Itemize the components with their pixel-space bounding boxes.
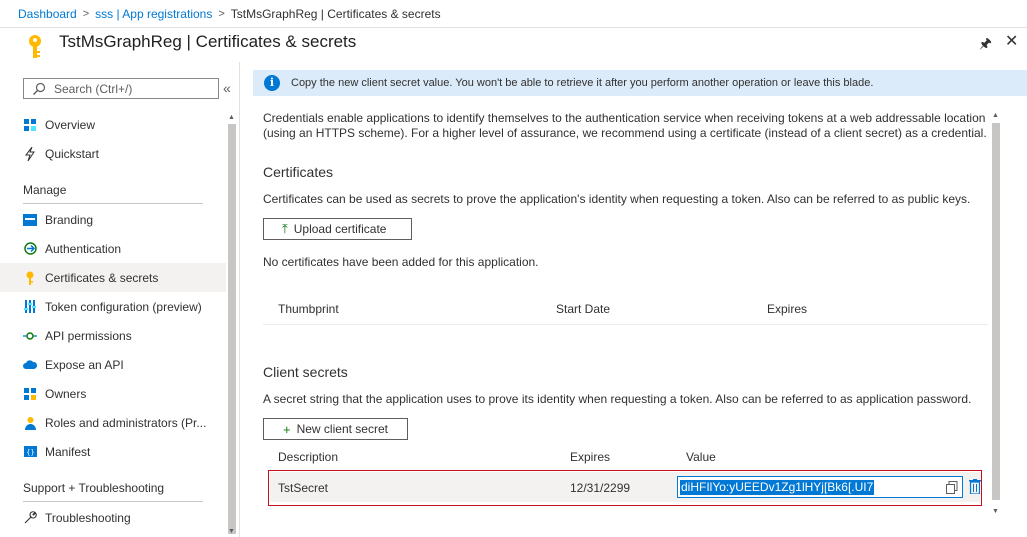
- new-client-secret-button[interactable]: + New client secret: [263, 418, 408, 440]
- roles-icon: [23, 416, 37, 430]
- upload-icon: ⤒: [282, 221, 288, 236]
- sidebar-item-token-configuration[interactable]: Token configuration (preview): [0, 292, 226, 321]
- info-icon: i: [264, 75, 280, 91]
- sidebar-item-label: Manifest: [45, 444, 91, 459]
- branding-icon: [23, 213, 37, 227]
- blade-header: TstMsGraphReg | Certificates & secrets 🖈…: [0, 28, 1027, 62]
- sidebar-item-label: Quickstart: [45, 146, 100, 161]
- left-menu: Search (Ctrl+/) « Overview Quickstart Ma…: [0, 62, 240, 537]
- sidebar-item-label: Authentication: [45, 241, 122, 256]
- sidebar-item-owners[interactable]: Owners: [0, 379, 226, 408]
- info-banner: i Copy the new client secret value. You …: [253, 70, 1027, 96]
- certificates-heading: Certificates: [263, 164, 334, 180]
- manifest-icon: {}: [23, 445, 37, 459]
- column-header-expires[interactable]: Expires: [570, 450, 610, 464]
- sidebar-item-label: Overview: [45, 117, 96, 132]
- manage-heading: Manage: [23, 183, 67, 197]
- scrollbar-thumb[interactable]: [228, 124, 236, 534]
- sidebar-item-branding[interactable]: Branding: [0, 205, 226, 234]
- plus-icon: +: [283, 421, 291, 437]
- column-header-start-date[interactable]: Start Date: [556, 302, 610, 316]
- scrollbar-thumb[interactable]: [992, 123, 1000, 500]
- quickstart-icon: [23, 146, 37, 161]
- sidebar-item-certificates-secrets[interactable]: Certificates & secrets: [0, 263, 226, 292]
- scroll-down-icon[interactable]: ▼: [992, 508, 999, 515]
- sidebar-item-label: Owners: [45, 386, 87, 401]
- key-icon: [23, 271, 37, 285]
- chevron-right-icon: >: [218, 7, 225, 20]
- sidebar-item-label: Troubleshooting: [45, 510, 131, 525]
- upload-certificate-label: Upload certificate: [293, 222, 387, 236]
- divider: [23, 203, 203, 204]
- divider: [23, 501, 203, 502]
- scroll-up-icon[interactable]: ▲: [228, 114, 235, 121]
- authentication-icon: [23, 242, 37, 256]
- token-icon: [23, 300, 37, 314]
- sidebar-item-label: Certificates & secrets: [45, 270, 159, 285]
- key-icon: [29, 35, 41, 58]
- column-header-expires[interactable]: Expires: [767, 302, 807, 316]
- breadcrumb-app-registrations[interactable]: sss | App registrations: [95, 7, 212, 21]
- client-secrets-description: A secret string that the application use…: [263, 392, 972, 406]
- new-client-secret-label: New client secret: [296, 422, 388, 436]
- sidebar-item-label: API permissions: [45, 328, 132, 343]
- svg-text:{}: {}: [26, 449, 34, 457]
- breadcrumb-current: TstMsGraphReg | Certificates & secrets: [230, 6, 441, 21]
- sidebar-item-api-permissions[interactable]: API permissions: [0, 321, 226, 350]
- cloud-icon: [23, 358, 37, 372]
- column-header-thumbprint[interactable]: Thumbprint: [278, 302, 339, 316]
- sidebar-item-roles-administrators[interactable]: Roles and administrators (Pr...: [0, 408, 226, 437]
- sidebar-item-authentication[interactable]: Authentication: [0, 234, 226, 263]
- support-heading: Support + Troubleshooting: [23, 481, 165, 495]
- column-header-value[interactable]: Value: [686, 450, 716, 464]
- left-menu-scrollbar[interactable]: ▲ ▼: [226, 104, 238, 537]
- owners-icon: [23, 387, 37, 401]
- sidebar-item-label: Expose an API: [45, 357, 124, 372]
- overview-icon: [23, 118, 37, 132]
- collapse-menu-icon[interactable]: «: [223, 80, 231, 96]
- sidebar-item-overview[interactable]: Overview: [0, 110, 226, 139]
- breadcrumb-dashboard[interactable]: Dashboard: [18, 7, 77, 21]
- content-scrollbar[interactable]: ▲ ▼: [990, 108, 1002, 524]
- scroll-up-icon[interactable]: ▲: [992, 112, 999, 119]
- intro-text-line2: (using an HTTPS scheme). For a higher le…: [263, 126, 987, 140]
- chevron-right-icon: >: [82, 7, 90, 20]
- intro-text-line1: Credentials enable applications to ident…: [263, 111, 986, 125]
- search-input[interactable]: Search (Ctrl+/): [23, 78, 219, 99]
- client-secrets-heading: Client secrets: [263, 364, 348, 380]
- sidebar-item-label: Branding: [45, 212, 94, 227]
- column-header-description[interactable]: Description: [278, 450, 338, 464]
- pin-icon[interactable]: 🖈: [979, 33, 992, 57]
- breadcrumb: Dashboard > sss | App registrations > Ts…: [0, 0, 1027, 28]
- search-icon: [33, 82, 46, 95]
- sidebar-item-expose-api[interactable]: Expose an API: [0, 350, 226, 379]
- page-title: TstMsGraphReg | Certificates & secrets: [59, 32, 357, 51]
- sidebar-item-quickstart[interactable]: Quickstart: [0, 139, 226, 168]
- wrench-icon: [23, 511, 37, 525]
- sidebar-item-manifest[interactable]: {} Manifest: [0, 437, 226, 466]
- sidebar-item-troubleshooting[interactable]: Troubleshooting: [0, 503, 226, 532]
- upload-certificate-button[interactable]: ⤒ Upload certificate: [263, 218, 412, 240]
- api-permissions-icon: [23, 329, 37, 343]
- no-certificates-message: No certificates have been added for this…: [263, 255, 539, 269]
- close-icon[interactable]: ✕: [1005, 31, 1018, 51]
- divider: [263, 324, 988, 325]
- banner-message: Copy the new client secret value. You wo…: [291, 77, 874, 89]
- scroll-down-icon[interactable]: ▼: [228, 528, 235, 535]
- sidebar-item-label: Roles and administrators (Pr...: [45, 415, 207, 430]
- certificates-description: Certificates can be used as secrets to p…: [263, 192, 971, 206]
- search-placeholder: Search (Ctrl+/): [54, 81, 133, 96]
- highlight-box: [268, 470, 982, 506]
- sidebar-item-label: Token configuration (preview): [45, 299, 202, 314]
